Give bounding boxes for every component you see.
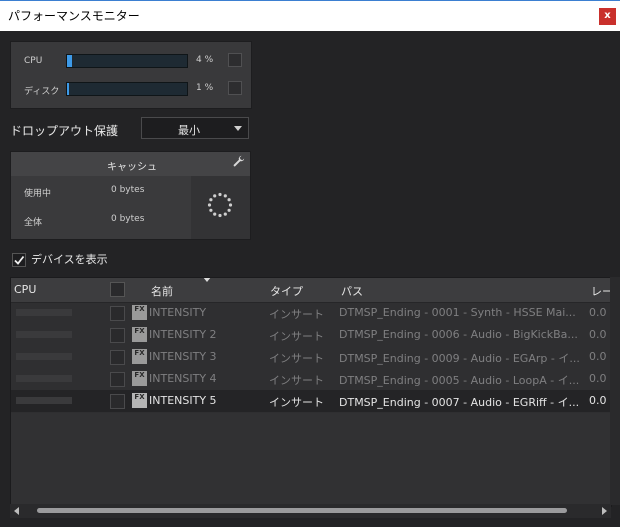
dropout-protection-label: ドロップアウト保護 xyxy=(10,124,119,138)
row-path: DTMSP_Ending - 0007 - Audio - EGRiff - イ… xyxy=(339,396,580,409)
column-header-name[interactable]: 名前 xyxy=(151,283,173,299)
column-header-cpu[interactable]: CPU xyxy=(14,283,36,296)
sort-desc-icon xyxy=(203,278,211,282)
row-path: DTMSP_Ending - 0005 - Audio - LoopA - イ.… xyxy=(339,374,580,387)
select-all-checkbox[interactable] xyxy=(110,282,125,297)
cpu-usage-bar xyxy=(16,375,72,382)
row-path: DTMSP_Ending - 0001 - Synth - HSSE Mai..… xyxy=(339,306,576,319)
row-path: DTMSP_Ending - 0006 - Audio - BigKickBa.… xyxy=(339,328,578,341)
horizontal-scrollbar[interactable] xyxy=(10,504,611,518)
cache-panel: キャッシュ 使用中 0 bytes 全体 0 bytes xyxy=(10,151,251,240)
wrench-icon[interactable] xyxy=(233,155,245,167)
vertical-scrollbar[interactable] xyxy=(610,277,620,505)
cpu-meter-fill xyxy=(67,55,72,67)
cpu-usage-bar xyxy=(16,353,72,360)
chevron-down-icon xyxy=(234,126,242,131)
title-bar: パフォーマンスモニター x xyxy=(0,0,620,31)
row-checkbox[interactable] xyxy=(110,306,125,321)
cache-title: キャッシュ xyxy=(107,162,157,173)
row-checkbox[interactable] xyxy=(110,394,125,409)
column-header-type[interactable]: タイプ xyxy=(270,283,303,299)
cpu-meter-checkbox[interactable] xyxy=(228,53,242,67)
cache-total-value: 0 bytes xyxy=(111,214,145,224)
cpu-meter-value: 4 % xyxy=(196,55,214,65)
row-latency: 0.0 ( xyxy=(589,350,612,363)
table-empty-area xyxy=(11,413,611,506)
dropout-selected-value: 最小 xyxy=(178,124,200,137)
checkmark-icon xyxy=(14,255,25,265)
cpu-meter-label: CPU xyxy=(24,56,43,66)
table-row[interactable]: FX INTENSITY インサート DTMSP_Ending - 0001 -… xyxy=(11,302,611,324)
fx-plugin-icon: FX xyxy=(132,305,147,320)
cache-total-label: 全体 xyxy=(24,218,43,228)
window-title: パフォーマンスモニター xyxy=(8,9,140,23)
show-devices-checkbox[interactable] xyxy=(12,253,26,267)
row-name: INTENSITY xyxy=(149,306,207,319)
loading-spinner-icon xyxy=(207,192,233,218)
cpu-usage-bar xyxy=(16,397,72,404)
fx-plugin-icon: FX xyxy=(132,393,147,408)
cpu-meter-bar xyxy=(66,54,188,68)
cache-used-row: 使用中 0 bytes xyxy=(11,178,191,204)
cache-used-value: 0 bytes xyxy=(111,185,145,195)
column-header-latency[interactable]: レー xyxy=(591,283,611,299)
cpu-meter: CPU 4 % xyxy=(11,48,251,76)
cache-used-label: 使用中 xyxy=(24,189,52,199)
row-latency: 0.0 ( xyxy=(589,328,612,341)
row-type: インサート xyxy=(269,396,324,409)
show-devices-label: デバイスを表示 xyxy=(31,253,108,266)
row-type: インサート xyxy=(269,330,324,343)
cpu-usage-bar xyxy=(16,331,72,338)
row-latency: 0.0 ( xyxy=(589,306,612,319)
disk-meter-bar xyxy=(66,82,188,96)
cpu-usage-bar xyxy=(16,309,72,316)
row-type: インサート xyxy=(269,374,324,387)
disk-meter-fill xyxy=(67,83,70,95)
disk-meter-checkbox[interactable] xyxy=(228,81,242,95)
table-row[interactable]: FX INTENSITY 4 インサート DTMSP_Ending - 0005… xyxy=(11,368,611,390)
fx-plugin-icon: FX xyxy=(132,349,147,364)
table-row[interactable]: FX INTENSITY 2 インサート DTMSP_Ending - 0006… xyxy=(11,324,611,346)
row-latency: 0.0 ( xyxy=(589,394,612,407)
row-checkbox[interactable] xyxy=(110,372,125,387)
row-name: INTENSITY 2 xyxy=(149,328,217,341)
fx-plugin-icon: FX xyxy=(132,371,147,386)
cache-total-row: 全体 0 bytes xyxy=(11,207,191,233)
row-name: INTENSITY 5 xyxy=(149,394,217,407)
row-latency: 0.0 ( xyxy=(589,372,612,385)
dropout-protection-select[interactable]: 最小 xyxy=(141,117,249,139)
scroll-right-icon[interactable] xyxy=(602,507,607,515)
row-checkbox[interactable] xyxy=(110,350,125,365)
fx-plugin-icon: FX xyxy=(132,327,147,342)
row-path: DTMSP_Ending - 0009 - Audio - EGArp - イ.… xyxy=(339,352,580,365)
scroll-thumb[interactable] xyxy=(37,508,567,513)
scroll-left-icon[interactable] xyxy=(14,507,19,515)
table-row[interactable]: FX INTENSITY 3 インサート DTMSP_Ending - 0009… xyxy=(11,346,611,368)
table-row[interactable]: FX INTENSITY 5 インサート DTMSP_Ending - 0007… xyxy=(11,390,611,412)
close-button[interactable]: x xyxy=(599,8,616,25)
column-header-path[interactable]: パス xyxy=(341,283,363,299)
meters-panel: CPU 4 % ディスク 1 % xyxy=(10,41,252,109)
disk-meter: ディスク 1 % xyxy=(11,76,251,104)
row-name: INTENSITY 4 xyxy=(149,372,217,385)
disk-meter-label: ディスク xyxy=(24,87,60,97)
table-header: CPU 名前 タイプ パス レー xyxy=(11,278,611,303)
device-table: CPU 名前 タイプ パス レー FX INTENSITY インサート DTMS… xyxy=(10,277,612,507)
row-name: INTENSITY 3 xyxy=(149,350,217,363)
row-type: インサート xyxy=(269,308,324,321)
window-content: CPU 4 % ディスク 1 % ドロップアウト保護 最小 キャッシュ 使用中 … xyxy=(0,31,620,527)
row-checkbox[interactable] xyxy=(110,328,125,343)
disk-meter-value: 1 % xyxy=(196,83,214,93)
cache-header: キャッシュ xyxy=(11,152,250,176)
row-type: インサート xyxy=(269,352,324,365)
